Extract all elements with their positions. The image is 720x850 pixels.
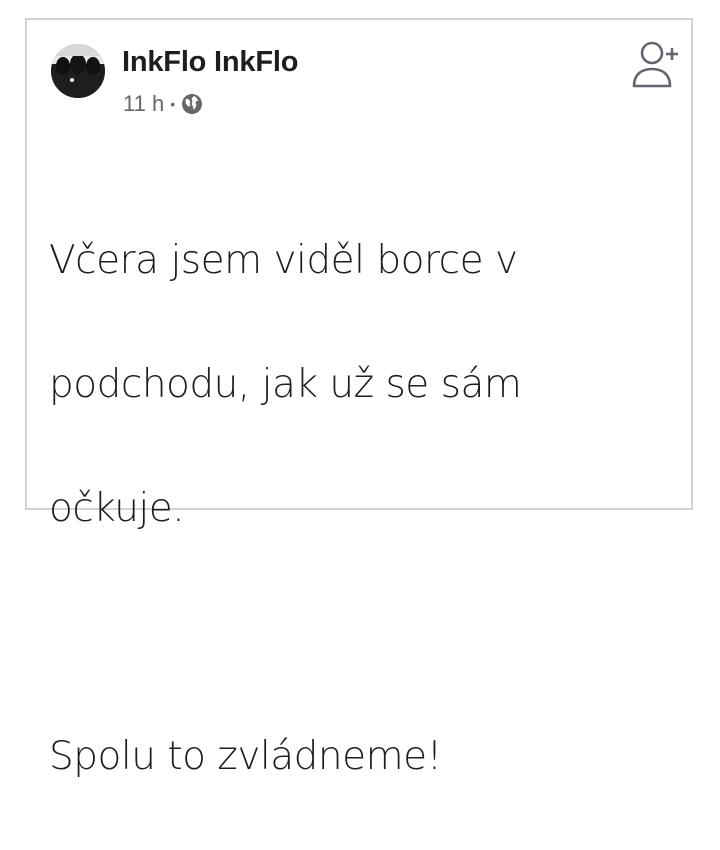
avatar-image	[51, 44, 105, 98]
post-card: InkFlo InkFlo 11 h • Včera jsem viděl bo…	[25, 18, 693, 779]
meta-separator: •	[170, 96, 176, 112]
add-friend-button[interactable]	[629, 38, 683, 92]
post-text-line: Včera jsem viděl borce v	[49, 238, 518, 283]
post-time[interactable]: 11 h	[123, 91, 164, 117]
avatar[interactable]	[51, 44, 105, 98]
author-name[interactable]: InkFlo InkFlo	[122, 44, 298, 80]
post-text-line: očkuje.	[49, 486, 185, 531]
post-text: Včera jsem viděl borce v podchodu, jak u…	[49, 168, 669, 850]
post-text-line: podchodu, jak už se sám	[49, 362, 522, 407]
globe-icon	[182, 94, 203, 114]
post-meta: 11 h •	[123, 90, 203, 118]
post-text-line: Spolu to zvládneme!	[49, 734, 442, 779]
add-friend-icon	[632, 41, 678, 88]
